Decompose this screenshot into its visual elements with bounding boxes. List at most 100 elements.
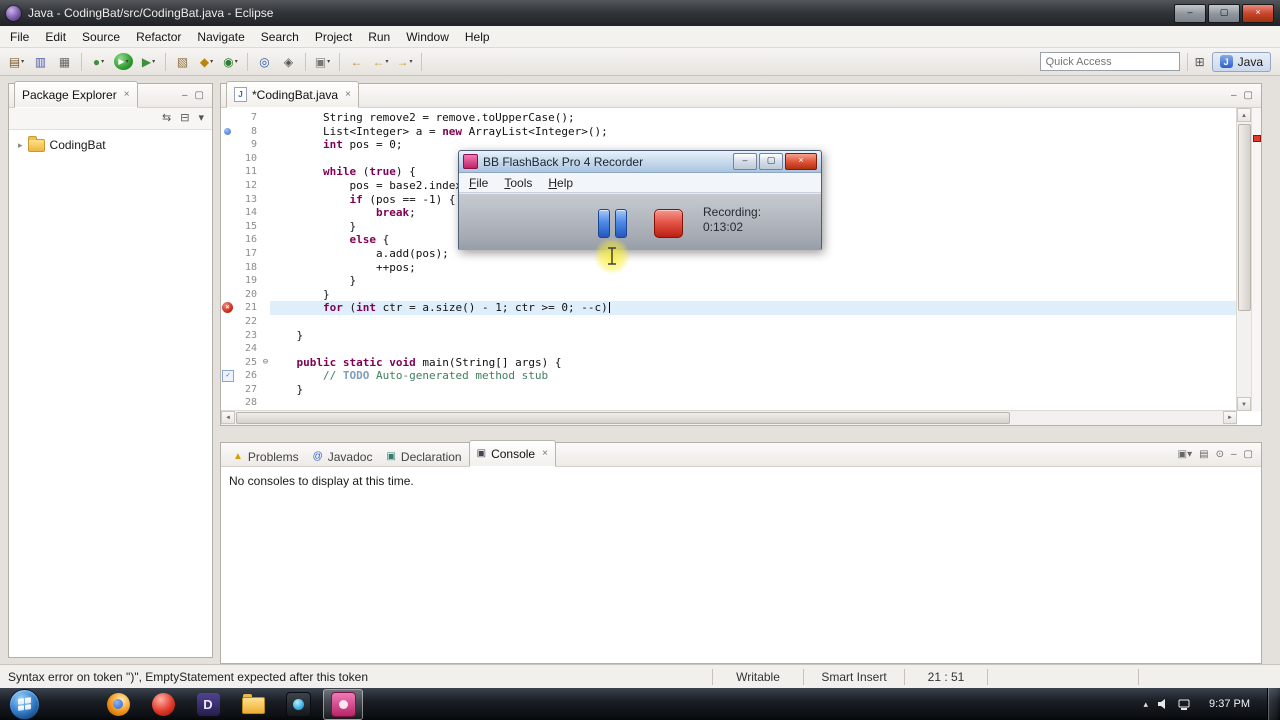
tab-package-explorer[interactable]: Package Explorer × [14,81,138,108]
pause-recording-button[interactable] [598,209,627,238]
view-menu-icon[interactable]: ▾ [198,113,204,124]
recorder-minimize-button[interactable]: – [733,153,757,170]
taskbar-app-d-icon[interactable]: D [188,689,228,720]
task-marker-icon[interactable]: ✓ [222,370,234,383]
run-icon[interactable]: ▶ ▾ [114,53,133,70]
scroll-left-icon[interactable]: ◄ [221,411,235,424]
code-line[interactable]: 25 ⊖ public static void main(String[] arg… [221,356,1237,370]
window-minimize-button[interactable]: – [1174,3,1206,23]
recorder-titlebar[interactable]: BB FlashBack Pro 4 Recorder – ▢ × [459,151,821,173]
expander-icon[interactable]: ▸ [18,140,23,150]
search-icon[interactable]: ◈ [277,51,300,72]
pin-console-icon[interactable]: ⊙ [1216,449,1224,460]
tab-javadoc[interactable]: @ Javadoc [306,448,380,466]
close-tab-icon[interactable]: × [542,448,548,459]
minimize-view-icon[interactable]: – [1231,449,1237,460]
code-line[interactable]: 24 [221,342,1237,356]
minimize-view-icon[interactable]: – [1231,90,1237,101]
debug-icon[interactable]: ● ▾ [87,51,110,72]
taskbar-opera-icon[interactable] [143,689,183,720]
recorder-menu-help[interactable]: Help [541,175,580,191]
mark-occurrences-icon[interactable]: ▣ ▾ [311,51,334,72]
info-marker-icon[interactable] [224,127,231,135]
error-overview-marker[interactable] [1253,135,1261,142]
taskbar-media-player-icon[interactable] [278,689,318,720]
scroll-right-icon[interactable]: ► [1223,411,1237,424]
code-line[interactable]: 27 } [221,383,1237,397]
taskbar-clock[interactable]: 9:37 PM [1201,698,1258,710]
tab-console[interactable]: ▣ Console × [468,440,556,467]
menu-run[interactable]: Run [360,27,398,47]
close-tab-icon[interactable]: × [345,89,351,100]
taskbar-folder-icon[interactable] [233,689,273,720]
code-line[interactable]: × 21 for (int ctr = a.size() - 1; ctr >= … [221,301,1237,315]
recorder-menu-tools[interactable]: Tools [497,175,539,191]
code-line[interactable]: 19 } [221,274,1237,288]
quick-access-input[interactable] [1039,52,1180,71]
code-line[interactable]: 20 } [221,288,1237,302]
external-tools-icon[interactable]: ▶ ▾ [137,51,160,72]
code-line[interactable]: 22 [221,315,1237,329]
fold-collapse-icon[interactable]: ⊖ [261,356,270,370]
tab-declaration[interactable]: ▣ Declaration [379,448,468,466]
speaker-icon[interactable] [1157,698,1169,710]
network-icon[interactable] [1178,699,1192,710]
vertical-scrollbar-thumb[interactable] [1238,124,1251,311]
menu-navigate[interactable]: Navigate [189,27,252,47]
code-line[interactable]: ✓ 26 // TODO Auto-generated method stub [221,369,1237,383]
minimize-view-icon[interactable]: – [182,90,188,101]
window-close-button[interactable]: × [1242,3,1274,23]
display-selected-console-icon[interactable]: ▤ [1199,449,1208,460]
maximize-view-icon[interactable]: ▢ [1244,449,1253,460]
menu-refactor[interactable]: Refactor [128,27,189,47]
maximize-view-icon[interactable]: ▢ [195,90,204,101]
horizontal-scrollbar[interactable]: ◄ ► [221,410,1237,425]
open-console-icon[interactable]: ▣▾ [1178,449,1192,460]
back-icon[interactable]: ← ▾ [369,51,392,72]
code-line[interactable]: 8 List<Integer> a = new ArrayList<Intege… [221,125,1237,139]
taskbar-firefox-icon[interactable] [98,689,138,720]
last-edit-location-icon[interactable]: ← [345,51,368,72]
link-with-editor-icon[interactable]: ⇆ [162,113,171,124]
scroll-down-icon[interactable]: ▼ [1237,397,1251,411]
recorder-maximize-button[interactable]: ▢ [759,153,783,170]
new-package-icon[interactable]: ◆ ▾ [195,51,218,72]
vertical-scrollbar[interactable]: ▲ ▼ [1236,108,1252,411]
print-icon[interactable]: ▦ [53,51,76,72]
code-line[interactable]: 18 ++pos; [221,261,1237,275]
code-line[interactable]: 7 String remove2 = remove.toUpperCase(); [221,111,1237,125]
error-marker-icon[interactable]: × [222,302,233,314]
tree-item-codingbat[interactable]: ▸ CodingBat [13,135,208,154]
tab-problems[interactable]: ▲ Problems [226,448,306,466]
menu-search[interactable]: Search [253,27,307,47]
menu-file[interactable]: File [2,27,37,47]
new-wizard-icon[interactable]: ▤ ▾ [5,51,28,72]
taskbar-flashback-icon[interactable] [323,688,363,720]
overview-ruler[interactable] [1251,108,1261,411]
menu-source[interactable]: Source [74,27,128,47]
code-line[interactable]: 28 [221,396,1237,410]
open-perspective-icon[interactable]: ⊞ [1195,56,1205,68]
menu-help[interactable]: Help [457,27,498,47]
open-type-icon[interactable]: ◎ [253,51,276,72]
tab-codingbat-java[interactable]: J *CodingBat.java × [226,81,359,108]
new-java-project-icon[interactable]: ▧ [171,51,194,72]
maximize-view-icon[interactable]: ▢ [1244,90,1253,101]
menu-project[interactable]: Project [307,27,360,47]
horizontal-scrollbar-thumb[interactable] [236,412,1011,424]
show-hidden-icons-chevron[interactable]: ▴ [1144,699,1149,709]
recorder-menu-file[interactable]: File [462,175,495,191]
scroll-up-icon[interactable]: ▲ [1237,108,1251,122]
save-icon[interactable]: ▥ [29,51,52,72]
recorder-close-button[interactable]: × [785,153,817,170]
stop-recording-button[interactable] [654,209,683,238]
show-desktop-button[interactable] [1267,688,1278,720]
code-line[interactable]: 23 } [221,329,1237,343]
close-tab-icon[interactable]: × [124,89,130,100]
collapse-all-icon[interactable]: ⊟ [180,113,189,124]
window-maximize-button[interactable]: ▢ [1208,3,1240,23]
new-class-icon[interactable]: ◉ ▾ [219,51,242,72]
menu-window[interactable]: Window [398,27,457,47]
start-button[interactable] [9,688,40,720]
java-perspective-button[interactable]: J Java [1211,51,1271,72]
